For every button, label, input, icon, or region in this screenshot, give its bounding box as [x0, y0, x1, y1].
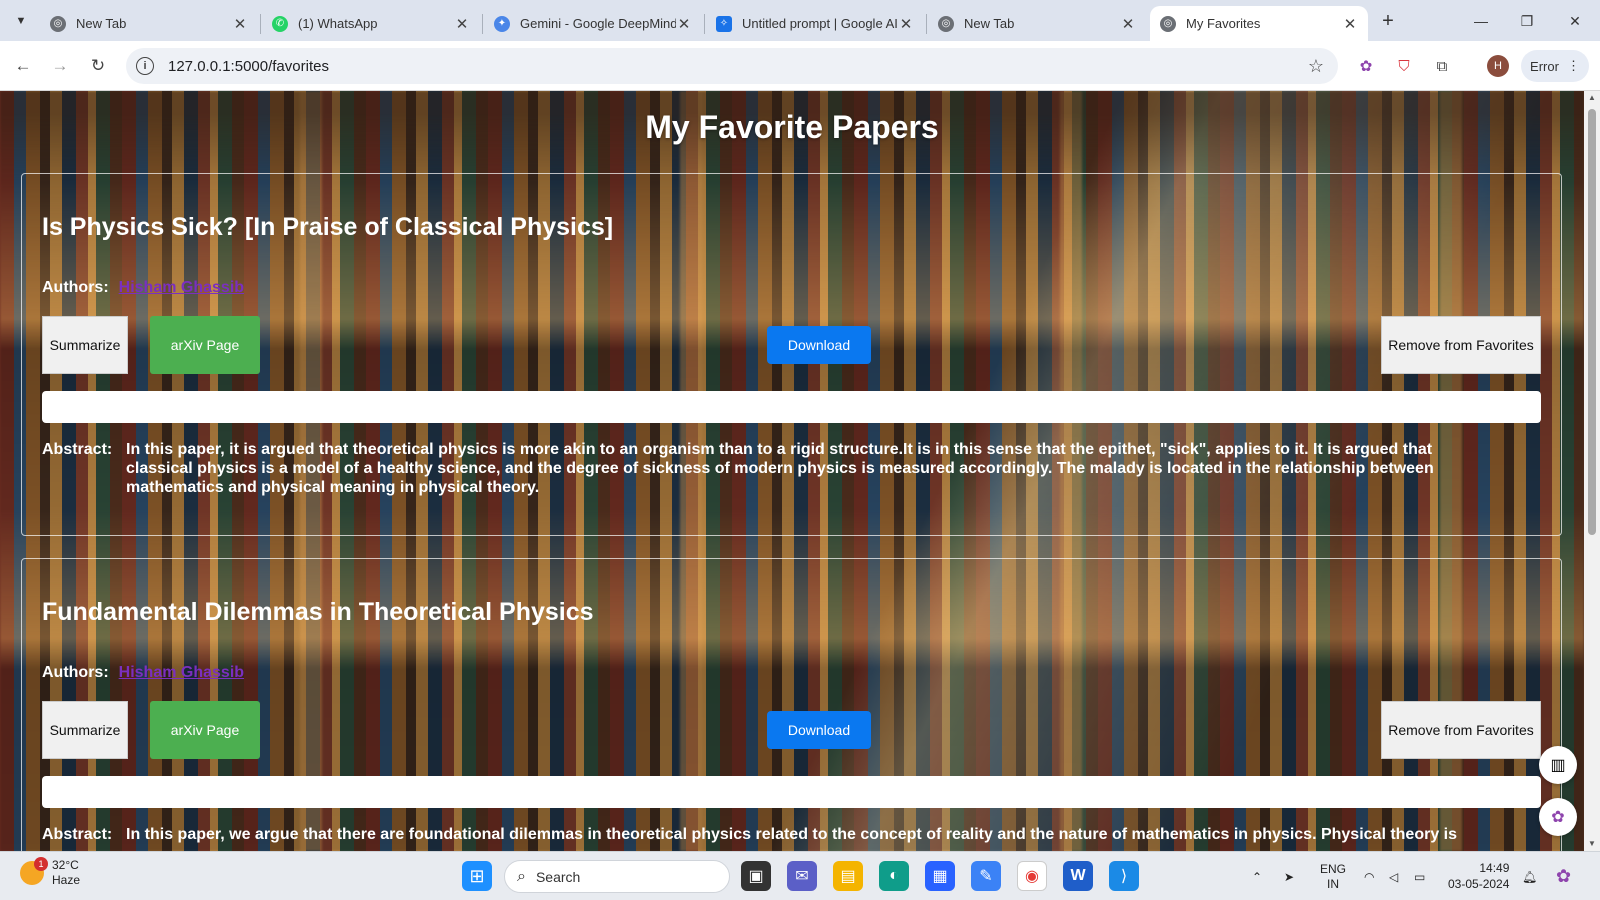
show-hidden-icons-chevron-icon[interactable]: ⌃: [1252, 852, 1262, 900]
windows-taskbar: 1 32°C Haze ⊞ ⌕ Search ▣ ✉ ▤ ◐ ▦ ✎ ◉ W ⟩…: [0, 851, 1600, 900]
paper-title: Fundamental Dilemmas in Theoretical Phys…: [42, 598, 594, 626]
kebab-menu-icon: ⋮: [1566, 58, 1580, 73]
edge-browser-icon[interactable]: ◐: [879, 861, 909, 891]
remove-from-favorites-button[interactable]: Remove from Favorites: [1381, 316, 1541, 374]
page-viewport: My Favorite Papers Is Physics Sick? [In …: [0, 91, 1584, 851]
error-menu-button[interactable]: Error ⋮: [1521, 50, 1589, 82]
tab-close-icon[interactable]: ✕: [454, 15, 470, 33]
app-pen-icon[interactable]: ✎: [971, 861, 1001, 891]
download-button[interactable]: Download: [767, 326, 871, 364]
tab-new-tab-1[interactable]: ◎ New Tab ✕: [40, 6, 258, 41]
authors-row: Authors: Hisham Ghassib: [42, 279, 245, 296]
tab-close-icon[interactable]: ✕: [1342, 15, 1358, 33]
browser-toolbar: ← → ↻ i 127.0.0.1:5000/favorites ☆ ✿ ⛉ ⧉…: [0, 41, 1600, 91]
page-scrollbar[interactable]: ▲ ▼: [1584, 91, 1600, 851]
bookmark-star-icon[interactable]: ☆: [1308, 56, 1324, 77]
vscode-icon[interactable]: ⟩: [1109, 861, 1139, 891]
tab-untitled-prompt[interactable]: ✧ Untitled prompt | Google AI ✕: [706, 6, 924, 41]
tab-my-favorites[interactable]: ◎ My Favorites ✕: [1150, 6, 1368, 41]
chrome-favicon-icon: ◎: [938, 15, 954, 32]
copilot-float-icon[interactable]: ✿: [1539, 798, 1577, 836]
weather-temp: 32°C: [52, 858, 79, 872]
download-button[interactable]: Download: [767, 711, 871, 749]
extension-copilot-icon[interactable]: ✿: [1354, 54, 1378, 78]
tab-close-icon[interactable]: ✕: [676, 15, 692, 33]
abstract-block: Abstract: In this paper, it is argued th…: [42, 440, 1502, 497]
chrome-icon[interactable]: ◉: [1017, 861, 1047, 891]
tab-close-icon[interactable]: ✕: [898, 15, 914, 33]
reading-mode-icon[interactable]: ▥: [1539, 746, 1577, 784]
tab-gemini[interactable]: ✦ Gemini - Google DeepMind ✕: [484, 6, 702, 41]
notification-bell-icon[interactable]: 🔔︎: [1522, 852, 1537, 900]
tab-strip: ▼ ◎ New Tab ✕ ✆ (1) WhatsApp ✕ ✦ Gemini …: [0, 0, 1600, 41]
chrome-favicon-icon: ◎: [50, 15, 66, 32]
reload-icon[interactable]: ↻: [84, 52, 112, 80]
arxiv-page-button[interactable]: arXiv Page: [150, 316, 260, 374]
profile-avatar[interactable]: H: [1487, 55, 1509, 77]
wifi-icon[interactable]: ◠: [1364, 852, 1374, 900]
windows-start-icon[interactable]: ⊞: [462, 861, 492, 891]
tab-close-icon[interactable]: ✕: [232, 15, 248, 33]
scroll-down-arrow-icon[interactable]: ▼: [1587, 839, 1597, 848]
restore-icon[interactable]: ❐: [1512, 8, 1542, 34]
author-link[interactable]: Hisham Ghassib: [119, 279, 244, 296]
teams-chat-icon[interactable]: ✉: [787, 861, 817, 891]
paper-title: Is Physics Sick? [In Praise of Classical…: [42, 213, 614, 241]
arxiv-page-button[interactable]: arXiv Page: [150, 701, 260, 759]
tab-search-chevron-icon[interactable]: ▼: [8, 8, 34, 34]
authors-row: Authors: Hisham Ghassib: [42, 664, 245, 681]
location-arrow-icon: ➤: [1284, 869, 1295, 884]
summary-output-box: [42, 776, 1541, 808]
task-view-icon[interactable]: ▣: [741, 861, 771, 891]
author-link[interactable]: Hisham Ghassib: [119, 664, 244, 681]
summarize-button[interactable]: Summarize: [42, 701, 128, 759]
url-text[interactable]: 127.0.0.1:5000/favorites: [168, 58, 1308, 75]
globe-favicon-icon: ◎: [1160, 15, 1176, 32]
minimize-icon[interactable]: —: [1466, 8, 1496, 34]
taskbar-search-box[interactable]: ⌕ Search: [504, 860, 730, 893]
back-arrow-icon[interactable]: ←: [9, 52, 37, 80]
forward-arrow-icon[interactable]: →: [46, 52, 74, 80]
abstract-block: Abstract: In this paper, we argue that t…: [42, 825, 1502, 844]
address-bar[interactable]: i 127.0.0.1:5000/favorites ☆: [126, 48, 1338, 84]
microsoft-store-icon[interactable]: ▦: [925, 861, 955, 891]
language-indicator[interactable]: ENG IN: [1320, 852, 1346, 900]
scroll-up-arrow-icon[interactable]: ▲: [1587, 93, 1597, 102]
weather-sun-icon: 1: [20, 857, 48, 885]
whatsapp-favicon-icon: ✆: [272, 15, 288, 32]
window-close-icon[interactable]: ✕: [1560, 8, 1590, 34]
tab-whatsapp[interactable]: ✆ (1) WhatsApp ✕: [262, 6, 480, 41]
site-info-icon[interactable]: i: [136, 57, 154, 75]
scroll-thumb[interactable]: [1588, 109, 1596, 535]
tab-new-tab-2[interactable]: ◎ New Tab ✕: [928, 6, 1146, 41]
page-title: My Favorite Papers: [645, 109, 939, 145]
volume-icon[interactable]: ◁: [1389, 852, 1398, 900]
abstract-text: In this paper, it is argued that theoret…: [126, 441, 1434, 496]
remove-from-favorites-button[interactable]: Remove from Favorites: [1381, 701, 1541, 759]
paper-card: Fundamental Dilemmas in Theoretical Phys…: [21, 558, 1562, 851]
weather-widget[interactable]: 1 32°C Haze: [20, 857, 81, 888]
new-tab-plus-icon[interactable]: +: [1375, 8, 1401, 34]
search-icon: ⌕: [517, 867, 526, 885]
battery-icon[interactable]: ▭: [1414, 852, 1425, 900]
summarize-button[interactable]: Summarize: [42, 316, 128, 374]
copilot-taskbar-icon[interactable]: ✿: [1556, 852, 1571, 900]
ai-studio-favicon-icon: ✧: [716, 15, 732, 32]
abstract-text: In this paper, we argue that there are f…: [126, 826, 1458, 843]
notification-badge: 1: [34, 857, 48, 871]
tab-close-icon[interactable]: ✕: [1120, 15, 1136, 33]
file-explorer-icon[interactable]: ▤: [833, 861, 863, 891]
word-icon[interactable]: W: [1063, 861, 1093, 891]
system-clock[interactable]: 14:49 03-05-2024: [1448, 860, 1509, 892]
paper-card: Is Physics Sick? [In Praise of Classical…: [21, 173, 1562, 536]
extensions-puzzle-icon[interactable]: ⧉: [1430, 54, 1454, 78]
weather-desc: Haze: [52, 873, 81, 887]
extension-pocket-icon[interactable]: ⛉: [1392, 54, 1416, 78]
summary-output-box: [42, 391, 1541, 423]
gemini-favicon-icon: ✦: [494, 15, 510, 32]
